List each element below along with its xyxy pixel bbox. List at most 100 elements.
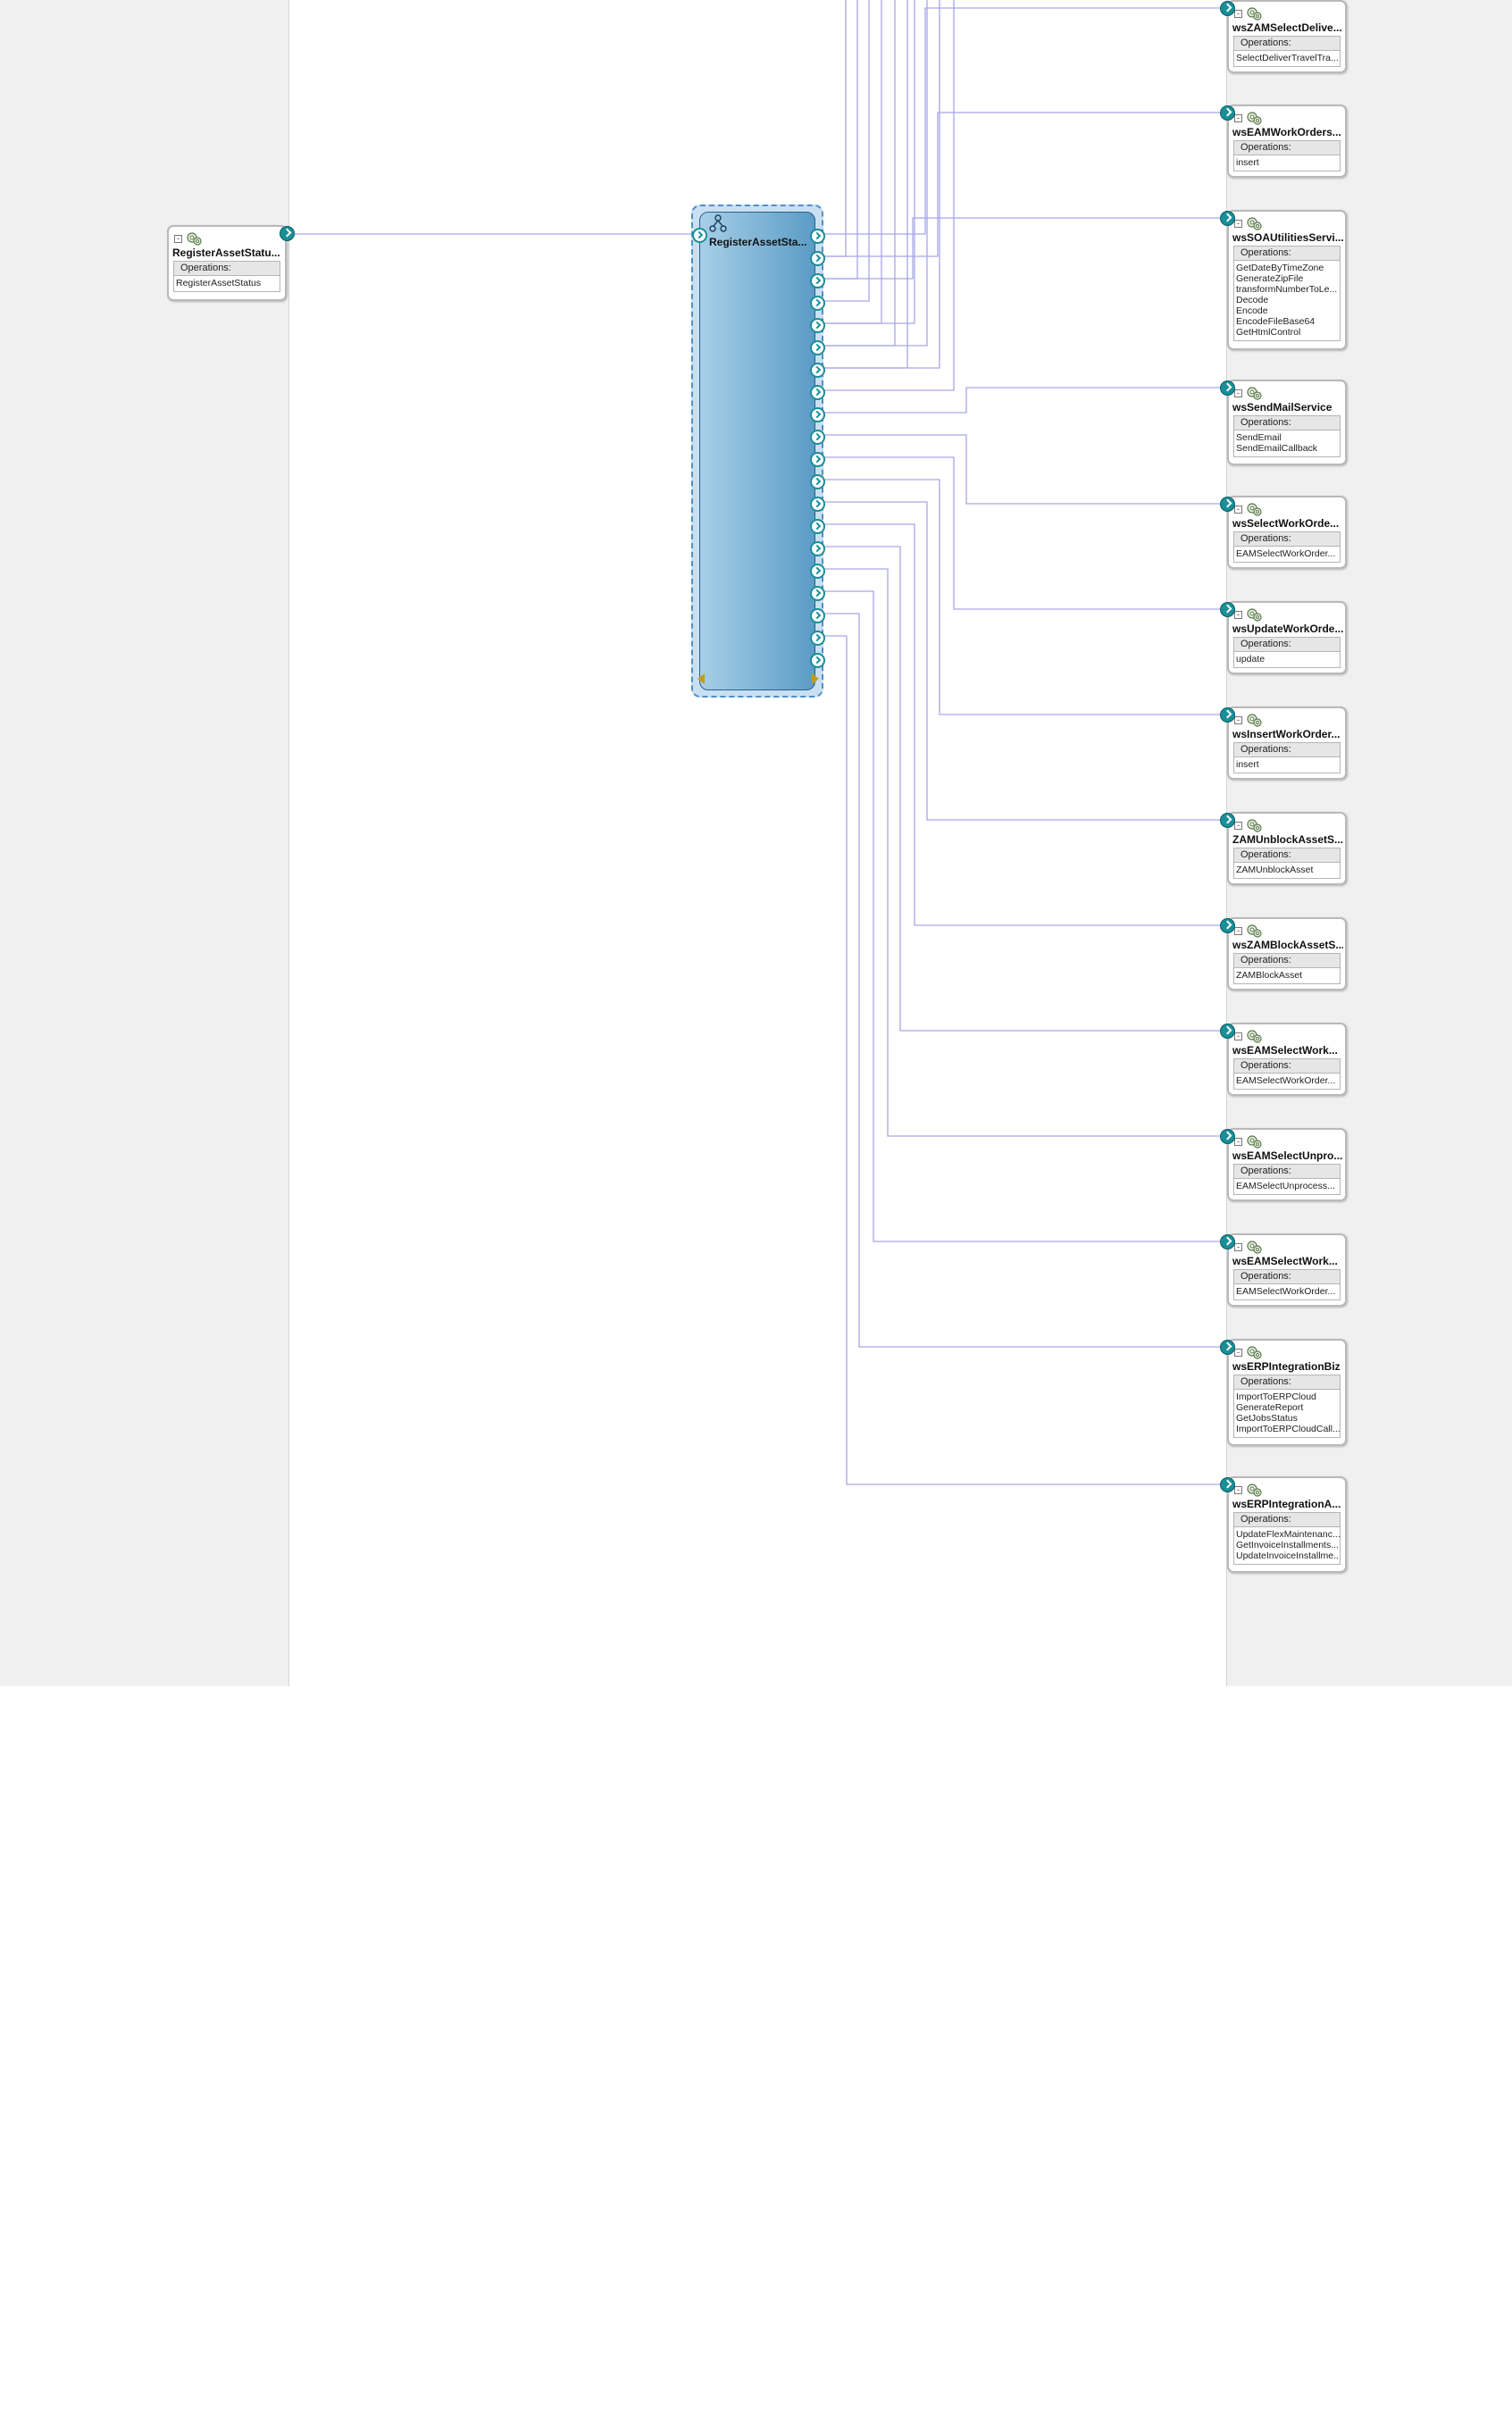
operation-item[interactable]: insert: [1234, 759, 1340, 770]
mediator-outbound-port[interactable]: [810, 631, 825, 646]
operation-item[interactable]: EAMSelectWorkOrder...: [1234, 548, 1340, 559]
exposed-service-port[interactable]: [280, 226, 295, 241]
mediator-outbound-port[interactable]: [810, 407, 825, 422]
minus-icon[interactable]: -: [1234, 1032, 1242, 1040]
wire[interactable]: [823, 479, 1220, 715]
wire[interactable]: [823, 434, 1220, 505]
operation-item[interactable]: GetDateByTimeZone: [1234, 263, 1340, 273]
mediator-outbound-port[interactable]: [810, 340, 825, 355]
minus-icon[interactable]: -: [1234, 611, 1242, 619]
minus-icon[interactable]: -: [1234, 927, 1242, 935]
minus-icon[interactable]: -: [1234, 1138, 1242, 1146]
reference-card[interactable]: - wsEAMWorkOrders... Operations: insert: [1227, 104, 1347, 178]
minus-icon[interactable]: -: [1234, 389, 1242, 397]
reference-port[interactable]: [1220, 1340, 1235, 1355]
reference-card[interactable]: - wsSOAUtilitiesServi... Operations: GetDat…: [1227, 210, 1347, 350]
reference-port[interactable]: [1220, 602, 1235, 617]
reference-port[interactable]: [1220, 1024, 1235, 1039]
reference-card[interactable]: - wsERPIntegrationA... Operations: UpdateFl…: [1227, 1476, 1347, 1573]
mediator-outbound-port[interactable]: [810, 474, 825, 489]
operation-item[interactable]: EAMSelectWorkOrder...: [1234, 1075, 1340, 1086]
operation-item[interactable]: ZAMBlockAsset: [1234, 970, 1340, 981]
mediator-outbound-port[interactable]: [810, 229, 825, 244]
minus-icon[interactable]: -: [1234, 822, 1242, 830]
mediator-outbound-port[interactable]: [810, 541, 825, 556]
reference-card[interactable]: - wsZAMBlockAssetS... Operations: ZAMBlockA…: [1227, 917, 1347, 990]
wire[interactable]: [823, 501, 1220, 821]
operation-item[interactable]: SendEmail: [1234, 432, 1340, 443]
reference-card[interactable]: - wsEAMSelectUnpro... Operations: EAMSelect…: [1227, 1128, 1347, 1201]
minus-icon[interactable]: -: [174, 235, 182, 243]
reference-port[interactable]: [1220, 211, 1235, 226]
reference-card[interactable]: - wsSendMailService Operations: SendEmail Se…: [1227, 380, 1347, 465]
reference-card[interactable]: - wsEAMSelectWork... Operations: EAMSelectW…: [1227, 1233, 1347, 1307]
reference-port[interactable]: [1220, 1477, 1235, 1492]
wire[interactable]: [823, 112, 1220, 257]
minus-icon[interactable]: -: [1234, 220, 1242, 228]
mediator-inbound-port[interactable]: [692, 228, 707, 243]
operation-item[interactable]: ZAMUnblockAsset: [1234, 865, 1340, 875]
reference-port[interactable]: [1220, 497, 1235, 512]
reference-card[interactable]: - wsERPIntegrationBiz Operations: ImportToE…: [1227, 1339, 1347, 1446]
mediator-outbound-port[interactable]: [810, 251, 825, 266]
wire[interactable]: [823, 387, 1220, 414]
reference-card[interactable]: - wsZAMSelectDelive... Operations: SelectDe…: [1227, 0, 1347, 73]
mediator-outbound-port[interactable]: [810, 653, 825, 668]
reference-port[interactable]: [1220, 105, 1235, 121]
reference-port[interactable]: [1220, 813, 1235, 828]
mediator-component[interactable]: RegisterAssetSta...: [691, 205, 825, 698]
wire[interactable]: [823, 0, 858, 280]
wire[interactable]: [823, 0, 955, 391]
operation-item[interactable]: ImportToERPCloud: [1234, 1392, 1340, 1402]
minus-icon[interactable]: -: [1234, 10, 1242, 18]
wire[interactable]: [823, 523, 1220, 926]
mediator-outbound-port[interactable]: [810, 430, 825, 445]
reference-port[interactable]: [1220, 1129, 1235, 1144]
mediator-callback-icon[interactable]: [812, 673, 819, 684]
operation-item[interactable]: SelectDeliverTravelTra...: [1234, 53, 1340, 63]
operation-item[interactable]: insert: [1234, 157, 1340, 168]
mediator-outbound-port[interactable]: [810, 564, 825, 579]
wire[interactable]: [823, 0, 928, 347]
minus-icon[interactable]: -: [1234, 1243, 1242, 1251]
mediator-outbound-port[interactable]: [810, 385, 825, 400]
mediator-fault-icon[interactable]: [698, 673, 705, 684]
operation-item[interactable]: Encode: [1234, 305, 1340, 316]
operation-item[interactable]: GenerateReport: [1234, 1402, 1340, 1413]
reference-card[interactable]: - ZAMUnblockAssetS... Operations: ZAMUnbloc…: [1227, 812, 1347, 885]
minus-icon[interactable]: -: [1234, 114, 1242, 122]
mediator-outbound-port[interactable]: [810, 452, 825, 467]
mediator-outbound-port[interactable]: [810, 586, 825, 601]
reference-port[interactable]: [1220, 707, 1235, 723]
reference-card[interactable]: - wsEAMSelectWork... Operations: EAMSelectW…: [1227, 1023, 1347, 1096]
reference-port[interactable]: [1220, 380, 1235, 396]
operation-item[interactable]: UpdateFlexMaintenanc...: [1234, 1529, 1340, 1540]
reference-card[interactable]: - wsSelectWorkOrde... Operations: EAMSelect…: [1227, 496, 1347, 569]
reference-port[interactable]: [1220, 918, 1235, 933]
wire[interactable]: [823, 0, 847, 257]
minus-icon[interactable]: -: [1234, 506, 1242, 514]
operation-item[interactable]: GetHtmlControl: [1234, 327, 1340, 338]
mediator-outbound-port[interactable]: [810, 363, 825, 378]
reference-card[interactable]: - wsInsertWorkOrder... Operations: insert: [1227, 706, 1347, 780]
operation-item[interactable]: RegisterAssetStatus: [174, 278, 280, 288]
minus-icon[interactable]: -: [1234, 1486, 1242, 1494]
mediator-outbound-port[interactable]: [810, 519, 825, 534]
exposed-service-card[interactable]: - RegisterAssetStatu... Operations: Regi…: [167, 225, 287, 301]
wire[interactable]: [823, 568, 1220, 1137]
minus-icon[interactable]: -: [1234, 1349, 1242, 1357]
operation-item[interactable]: ImportToERPCloudCall...: [1234, 1424, 1340, 1434]
mediator-outbound-port[interactable]: [810, 273, 825, 288]
operation-item[interactable]: update: [1234, 654, 1340, 664]
operation-item[interactable]: GenerateZipFile: [1234, 273, 1340, 284]
mediator-outbound-port[interactable]: [810, 608, 825, 623]
operation-item[interactable]: EAMSelectWorkOrder...: [1234, 1286, 1340, 1297]
wire[interactable]: [823, 590, 1220, 1242]
wire[interactable]: [823, 0, 896, 347]
operation-item[interactable]: transformNumberToLe...: [1234, 284, 1340, 295]
mediator-outbound-port[interactable]: [810, 296, 825, 311]
wire[interactable]: [823, 635, 1220, 1485]
reference-port[interactable]: [1220, 1234, 1235, 1249]
mediator-outbound-port[interactable]: [810, 318, 825, 333]
wire[interactable]: [823, 546, 1220, 1032]
